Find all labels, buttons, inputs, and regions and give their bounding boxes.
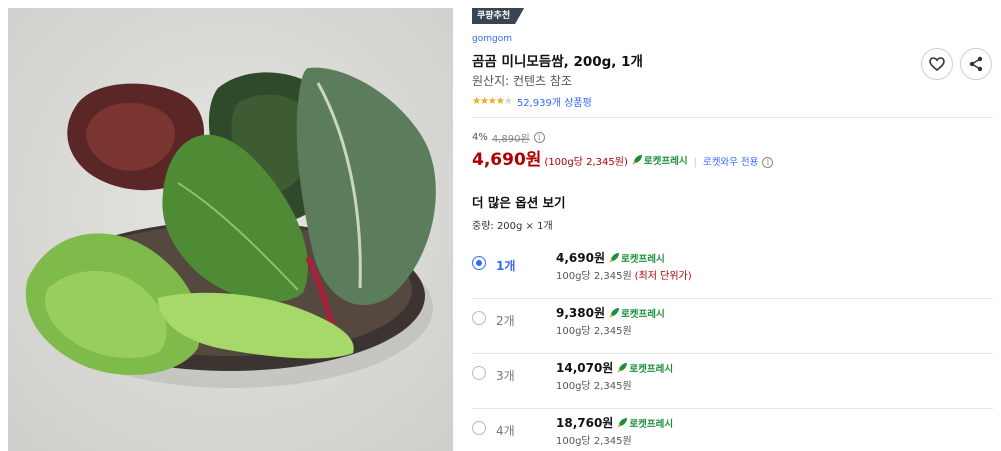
- rocket-icon: [617, 363, 628, 373]
- coupang-recommend-badge: 쿠팡추천: [472, 8, 524, 24]
- lowest-unit-price-note: (최저 단위가): [634, 271, 692, 282]
- rocket-icon: [617, 418, 628, 428]
- rocket-fresh-badge: 로켓프레시: [609, 306, 665, 320]
- heart-icon: [929, 57, 945, 71]
- option-list: 1개 4,690원 로켓프레시 100g당 2,345원(최저 단위가) 2개: [472, 244, 993, 451]
- option-price: 18,760원: [556, 416, 614, 430]
- option-unit-price: 100g당 2,345원: [556, 436, 632, 447]
- option-unit-price-row: 100g당 2,345원: [556, 377, 632, 392]
- rocket-fresh-label: 로켓프레시: [643, 155, 688, 167]
- option-quantity: 3개: [496, 369, 515, 383]
- discount-row: 4% 4,890원 i: [472, 130, 545, 145]
- star-rating-icon: ★★★★★: [472, 96, 513, 107]
- option-quantity: 4개: [496, 424, 515, 438]
- option-price: 9,380원: [556, 306, 605, 320]
- divider: [472, 117, 993, 118]
- product-detail-panel: 쿠팡추천 gomgom 곰곰 미니모듬쌈, 200g, 1개 원산지: 컨텐츠 …: [472, 8, 993, 451]
- option-price: 4,690원: [556, 251, 605, 265]
- rocket-fresh-badge: 로켓프레시: [617, 361, 673, 375]
- option-unit-price-row: 100g당 2,345원 (최저 단위가): [556, 267, 692, 282]
- radio-button-selected[interactable]: [472, 256, 486, 270]
- wishlist-button[interactable]: [921, 48, 953, 80]
- share-icon: [969, 56, 983, 72]
- sale-price: 4,690원: [472, 150, 542, 170]
- option-unit-price: 100g당 2,345원: [556, 381, 632, 392]
- info-icon[interactable]: i: [762, 157, 774, 168]
- rocket-fresh-badge: 로켓프레시: [632, 153, 688, 167]
- unit-price: (100g당 2,345원): [544, 157, 628, 168]
- origin-info: 원산지: 컨텐츠 참조: [472, 74, 572, 88]
- rocket-fresh-label: 로켓프레시: [629, 418, 674, 430]
- salad-greens-illustration: [8, 8, 453, 451]
- original-price: 4,890원: [491, 134, 530, 145]
- separator: |: [693, 157, 697, 168]
- radio-button[interactable]: [472, 311, 486, 325]
- radio-button[interactable]: [472, 366, 486, 380]
- rocket-icon: [632, 155, 642, 165]
- product-image[interactable]: [8, 8, 453, 451]
- option-quantity: 2개: [496, 314, 515, 328]
- rocket-fresh-label: 로켓프레시: [621, 253, 665, 265]
- share-button[interactable]: [960, 48, 992, 80]
- rocket-fresh-label: 로켓프레시: [629, 363, 674, 375]
- brand-link[interactable]: gomgom: [472, 34, 512, 44]
- option-unit-price-row: 100g당 2,345원: [556, 322, 632, 337]
- option-item-3[interactable]: 3개 14,070원 로켓프레시 100g당 2,345원: [472, 354, 993, 409]
- more-options-title: 더 많은 옵션 보기: [472, 195, 566, 210]
- option-price-row: 18,760원 로켓프레시: [556, 414, 673, 431]
- review-count-link[interactable]: 52,939개 상품평: [517, 94, 592, 109]
- option-price-row: 9,380원 로켓프레시: [556, 304, 665, 321]
- option-unit-price: 100g당 2,345원: [556, 271, 632, 282]
- option-price-row: 14,070원 로켓프레시: [556, 359, 673, 376]
- weight-selection-label: 중량: 200g × 1개: [472, 221, 553, 232]
- option-price-row: 4,690원 로켓프레시: [556, 249, 665, 266]
- rocket-fresh-badge: 로켓프레시: [617, 416, 673, 430]
- option-item-1[interactable]: 1개 4,690원 로켓프레시 100g당 2,345원 (최저 단위가): [472, 244, 993, 299]
- option-unit-price: 100g당 2,345원: [556, 326, 632, 337]
- rocket-icon: [609, 308, 619, 318]
- option-price: 14,070원: [556, 361, 614, 375]
- rocket-fresh-label: 로켓프레시: [621, 308, 665, 320]
- discount-rate: 4%: [472, 132, 488, 143]
- info-icon[interactable]: i: [533, 132, 545, 143]
- rocket-icon: [609, 253, 619, 263]
- rocket-wow-only-label: 로켓와우 전용: [702, 157, 759, 168]
- option-item-2[interactable]: 2개 9,380원 로켓프레시 100g당 2,345원: [472, 299, 993, 354]
- option-item-4[interactable]: 4개 18,760원 로켓프레시 100g당 2,345원: [472, 409, 993, 451]
- radio-button[interactable]: [472, 421, 486, 435]
- rating-row[interactable]: ★★★★★ 52,939개 상품평: [472, 94, 592, 109]
- option-quantity: 1개: [496, 259, 516, 273]
- product-title: 곰곰 미니모듬쌈, 200g, 1개: [472, 54, 643, 70]
- option-unit-price-row: 100g당 2,345원: [556, 432, 632, 447]
- sale-price-row: 4,690원 (100g당 2,345원) 로켓프레시 | 로켓와우 전용 i: [472, 145, 774, 170]
- rocket-fresh-badge: 로켓프레시: [609, 251, 665, 265]
